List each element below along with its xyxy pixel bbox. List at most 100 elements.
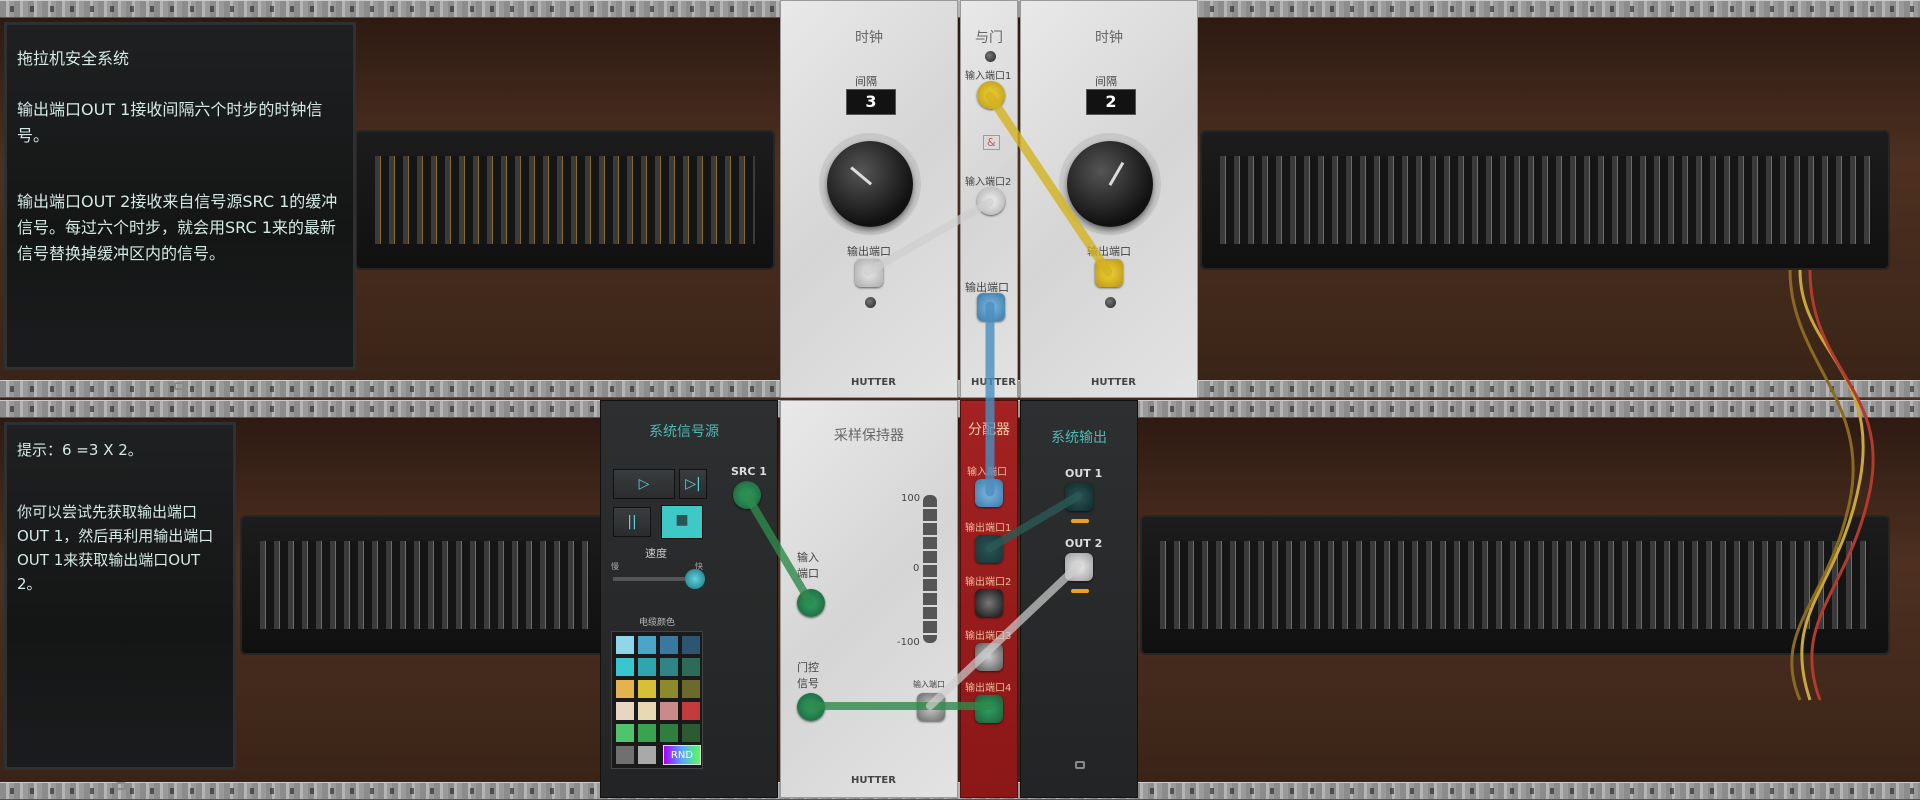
output-port[interactable] (1095, 259, 1123, 287)
description-para-2: 输出端口OUT 2接收来自信号源SRC 1的缓冲信号。每过六个时步，就会用SRC… (17, 192, 338, 263)
output-port[interactable] (855, 259, 883, 287)
stop-button[interactable]: ■ (661, 505, 703, 539)
speed-slow-label: 慢 (611, 562, 619, 571)
cable-color-swatch[interactable] (616, 680, 634, 698)
out2-label: OUT 2 (1065, 537, 1103, 550)
interval-knob[interactable] (1067, 141, 1153, 227)
out2-label: 输出端口2 (965, 577, 1012, 588)
module-title: 时钟 (855, 30, 883, 46)
input-port[interactable] (797, 589, 825, 617)
module-title: 与门 (975, 30, 1003, 46)
output-port[interactable] (917, 693, 945, 721)
ribbon-connector-top-left (355, 130, 775, 270)
brand-label: HUTTER (851, 377, 896, 388)
scale-top: 100 (901, 493, 921, 504)
cable-color-swatch[interactable] (616, 658, 634, 676)
hint-body: 你可以尝试先获取输出端口OUT 1，然后再利用输出端口OUT 1来获取输出端口O… (17, 503, 214, 593)
description-para-1: 输出端口OUT 1接收间隔六个时步的时钟信号。 (17, 100, 323, 145)
system-out-1-port[interactable] (1065, 483, 1093, 511)
gate-label: 门控 信号 (797, 661, 819, 690)
lock-icon (1075, 761, 1085, 769)
lock-icon (174, 382, 184, 390)
input-label: 输入端口 (967, 467, 1007, 478)
cable-color-label: 电缆颜色 (639, 618, 676, 628)
side-wires (1788, 269, 1875, 701)
pause-button[interactable]: || (613, 507, 651, 537)
lock-icon (116, 782, 126, 790)
clock-module-1[interactable]: 时钟 间隔 3 输出端口 HUTTER (780, 0, 958, 398)
gate-port[interactable] (797, 693, 825, 721)
module-title: 系统信号源 (649, 424, 719, 440)
sample-hold-module[interactable]: 采样保持器 输入 端口 门控 信号 100 0 -100 输入端口 HUTTER (780, 400, 958, 798)
cable-color-swatch[interactable] (638, 746, 656, 764)
input-label: 输入 端口 (797, 551, 819, 580)
and-gate-module[interactable]: 与门 输入端口1 & 输入端口2 输出端口 HUTTER (960, 0, 1018, 398)
speed-label: 速度 (645, 547, 667, 560)
scale-mid: 0 (913, 563, 920, 574)
brand-label: HUTTER (851, 775, 896, 786)
play-button[interactable]: ▷ (613, 469, 675, 499)
input-2-label: 输入端口2 (965, 177, 1012, 188)
system-output-module[interactable]: 系统输出 OUT 1 OUT 2 (1020, 400, 1138, 798)
input-port-small-label: 输入端口 (913, 680, 945, 689)
cable-color-swatch[interactable] (660, 680, 678, 698)
rnd-button[interactable]: RND (663, 745, 701, 765)
out1-label: 输出端口1 (965, 523, 1012, 534)
output-port-label: 输出端口 (1087, 245, 1131, 258)
cable-color-swatch[interactable] (638, 658, 656, 676)
cable-color-swatch[interactable] (638, 702, 656, 720)
output-port-1[interactable] (975, 535, 1003, 563)
speed-slider-track[interactable] (613, 577, 695, 581)
step-button[interactable]: ▷| (679, 469, 707, 499)
cable-color-swatch[interactable] (616, 746, 634, 764)
ribbon-connector-bottom-left (240, 515, 610, 655)
description-title: 拖拉机安全系统 (17, 49, 130, 68)
interval-display: 2 (1086, 89, 1136, 115)
cable-color-swatch[interactable] (682, 636, 700, 654)
cable-color-swatch[interactable] (616, 702, 634, 720)
output-port[interactable] (977, 293, 1005, 321)
cable-color-swatch[interactable] (682, 680, 700, 698)
output-port-4[interactable] (975, 695, 1003, 723)
level-led-column (923, 495, 937, 643)
src1-label: SRC 1 (731, 465, 767, 478)
cable-color-swatch[interactable] (638, 680, 656, 698)
interval-knob[interactable] (827, 141, 913, 227)
out1-indicator (1071, 519, 1089, 523)
screw-icon (985, 51, 996, 62)
cable-color-swatch[interactable] (616, 724, 634, 742)
output-port-2[interactable] (975, 589, 1003, 617)
src1-output-port[interactable] (733, 481, 761, 509)
screw-icon (1105, 297, 1116, 308)
clock-module-2[interactable]: 时钟 间隔 2 输出端口 HUTTER (1020, 0, 1198, 398)
cable-color-swatch[interactable] (682, 702, 700, 720)
system-out-2-port[interactable] (1065, 553, 1093, 581)
cable-color-swatch[interactable] (638, 724, 656, 742)
module-title: 系统输出 (1051, 430, 1107, 446)
cable-color-swatch[interactable] (660, 724, 678, 742)
module-title: 采样保持器 (834, 428, 904, 444)
hint-title: 提示：6 =3 X 2。 (17, 441, 143, 459)
hint-panel: 提示：6 =3 X 2。 你可以尝试先获取输出端口OUT 1，然后再利用输出端口… (4, 422, 236, 770)
input-port[interactable] (975, 479, 1003, 507)
cable-color-swatch[interactable] (660, 702, 678, 720)
output-port-3[interactable] (975, 643, 1003, 671)
distributor-module[interactable]: 分配器 输入端口 输出端口1 输出端口2 输出端口3 输出端口4 (960, 400, 1018, 798)
module-title: 分配器 (968, 422, 1010, 438)
cable-color-swatch[interactable] (682, 724, 700, 742)
cable-color-swatch[interactable] (660, 636, 678, 654)
cable-color-swatch[interactable] (616, 636, 634, 654)
scale-bottom: -100 (897, 637, 920, 648)
speed-slider-handle[interactable] (685, 569, 705, 589)
out3-label: 输出端口3 (965, 631, 1012, 642)
brand-label: HUTTER (971, 377, 1016, 388)
cable-color-swatch[interactable] (682, 658, 700, 676)
out1-label: OUT 1 (1065, 467, 1103, 480)
system-source-module[interactable]: 系统信号源 ▷ ▷| || ■ 速度 慢 快 电缆颜色 RND SRC 1 (600, 400, 778, 798)
input-port-2[interactable] (977, 187, 1005, 215)
output-port-label: 输出端口 (847, 245, 891, 258)
cable-color-swatch[interactable] (638, 636, 656, 654)
input-port-1[interactable] (977, 81, 1005, 109)
out2-indicator (1071, 589, 1089, 593)
cable-color-swatch[interactable] (660, 658, 678, 676)
